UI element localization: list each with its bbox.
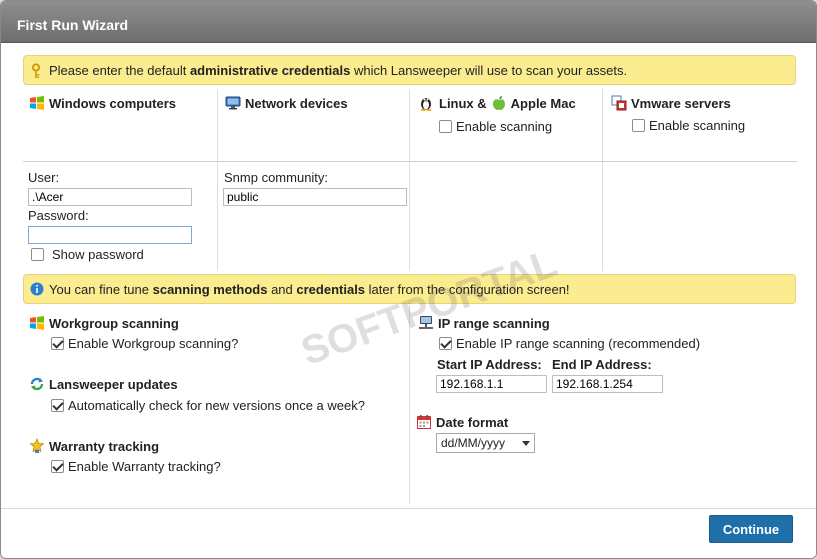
show-password-checkbox[interactable] (31, 248, 44, 261)
apple-logo-icon (491, 95, 507, 111)
password-input[interactable] (28, 226, 192, 244)
window-title: First Run Wizard (17, 17, 129, 33)
calendar-icon (416, 414, 432, 430)
updates-enable-checkbox[interactable] (51, 399, 64, 412)
banner1-text: Please enter the default administrative … (49, 63, 628, 78)
continue-button[interactable]: Continue (709, 515, 793, 543)
vmware-servers-header: Vmware servers (611, 95, 731, 111)
warranty-enable-checkbox[interactable] (51, 460, 64, 473)
windows-computers-header: Windows computers (29, 95, 176, 111)
user-label: User: (28, 170, 60, 185)
vmware-icon (611, 95, 627, 111)
workgroup-scanning-header: Workgroup scanning (29, 315, 179, 331)
password-label: Password: (28, 208, 89, 223)
network-monitor-icon (418, 315, 434, 331)
options-divider (409, 305, 410, 504)
linux-mac-header: Linux & Apple Mac (419, 95, 576, 111)
column-divider-1 (217, 89, 218, 271)
start-ip-label: Start IP Address: (437, 357, 542, 372)
credentials-info-banner: Please enter the default administrative … (23, 55, 796, 85)
header-divider (23, 161, 797, 162)
vmware-enable-row[interactable]: Enable scanning (632, 118, 745, 133)
show-password-row[interactable]: Show password (31, 247, 144, 262)
windows-logo-icon (29, 315, 45, 331)
chevron-down-icon (522, 440, 530, 446)
snmp-community-label: Snmp community: (224, 170, 329, 185)
first-run-wizard-window: First Run Wizard Please enter the defaul… (0, 0, 817, 559)
snmp-community-input[interactable] (223, 188, 407, 206)
linux-penguin-icon (419, 95, 435, 111)
workgroup-enable-checkbox[interactable] (51, 337, 64, 350)
ip-range-enable-checkbox[interactable] (439, 337, 452, 350)
network-devices-header: Network devices (225, 95, 348, 111)
warranty-enable-row[interactable]: Enable Warranty tracking? (51, 459, 221, 474)
windows-logo-icon (29, 95, 45, 111)
warranty-tracking-header: Warranty tracking (29, 437, 159, 454)
linux-enable-checkbox[interactable] (439, 120, 452, 133)
lansweeper-updates-header: Lansweeper updates (29, 376, 178, 392)
workgroup-enable-row[interactable]: Enable Workgroup scanning? (51, 336, 238, 351)
fine-tune-info-banner: You can fine tune scanning methods and c… (23, 274, 796, 304)
end-ip-input[interactable] (552, 375, 663, 393)
ip-range-scanning-header: IP range scanning (418, 315, 550, 331)
wizard-footer: Continue (1, 508, 816, 558)
wizard-content: Please enter the default administrative … (11, 43, 808, 508)
award-star-icon (29, 437, 45, 454)
key-icon (30, 63, 42, 82)
monitor-icon (225, 95, 241, 111)
refresh-icon (29, 376, 45, 392)
info-icon (30, 282, 44, 299)
user-input[interactable] (28, 188, 192, 206)
title-bar: First Run Wizard (1, 1, 816, 43)
end-ip-label: End IP Address: (552, 357, 652, 372)
date-format-select[interactable]: dd/MM/yyyy (436, 433, 535, 453)
start-ip-input[interactable] (436, 375, 547, 393)
date-format-header: Date format (416, 414, 508, 430)
ip-range-enable-row[interactable]: Enable IP range scanning (recommended) (439, 336, 700, 351)
column-divider-2 (409, 89, 410, 271)
updates-enable-row[interactable]: Automatically check for new versions onc… (51, 398, 365, 413)
linux-enable-row[interactable]: Enable scanning (439, 119, 552, 134)
banner2-text: You can fine tune scanning methods and c… (49, 282, 570, 297)
column-divider-3 (602, 89, 603, 271)
vmware-enable-checkbox[interactable] (632, 119, 645, 132)
